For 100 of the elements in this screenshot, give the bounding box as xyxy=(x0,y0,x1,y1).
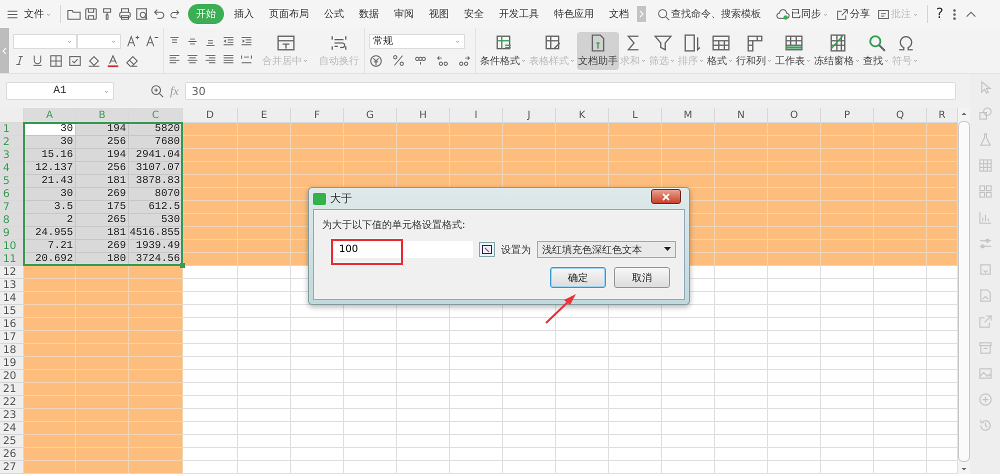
table-cell[interactable] xyxy=(556,370,609,383)
table-cell[interactable] xyxy=(76,370,129,383)
table-cell[interactable] xyxy=(874,461,927,474)
table-cell[interactable] xyxy=(24,357,76,370)
column-header[interactable]: N xyxy=(715,108,768,123)
table-cell[interactable] xyxy=(821,396,874,409)
table-cell[interactable] xyxy=(715,201,768,214)
row-header[interactable]: 13 xyxy=(0,279,24,292)
table-cell[interactable] xyxy=(556,149,609,162)
table-cell[interactable] xyxy=(397,344,450,357)
table-cell[interactable] xyxy=(609,123,662,136)
table-cell[interactable] xyxy=(821,448,874,461)
table-cell[interactable] xyxy=(874,214,927,227)
table-cell[interactable]: 265 xyxy=(76,214,129,227)
table-cell[interactable] xyxy=(183,344,238,357)
format-select[interactable]: 浅红填充色深红色文本 xyxy=(536,241,676,258)
table-cell[interactable] xyxy=(715,305,768,318)
table-cell[interactable] xyxy=(129,292,183,305)
table-cell[interactable] xyxy=(183,149,238,162)
number-format-select[interactable]: 常规 xyxy=(369,34,465,48)
table-cell[interactable] xyxy=(76,383,129,396)
table-cell[interactable] xyxy=(874,136,927,149)
table-cell[interactable] xyxy=(183,188,238,201)
table-cell[interactable] xyxy=(556,357,609,370)
help-button[interactable]: ? xyxy=(934,5,946,23)
table-cell[interactable] xyxy=(397,318,450,331)
table-cell[interactable] xyxy=(291,331,344,344)
table-cell[interactable] xyxy=(450,396,503,409)
table-cell[interactable] xyxy=(662,318,715,331)
table-cell[interactable] xyxy=(344,448,397,461)
table-cell[interactable]: 530 xyxy=(129,214,183,227)
table-cell[interactable] xyxy=(609,422,662,435)
table-cell[interactable]: 15.16 xyxy=(24,149,76,162)
table-cell[interactable] xyxy=(397,383,450,396)
table-cell[interactable] xyxy=(768,175,821,188)
ribbon-tab[interactable]: 数据 xyxy=(354,4,384,24)
table-cell[interactable] xyxy=(609,461,662,474)
column-header[interactable]: P xyxy=(821,108,874,123)
table-cell[interactable] xyxy=(927,136,958,149)
table-cell[interactable] xyxy=(397,370,450,383)
table-cell[interactable] xyxy=(927,123,958,136)
column-header[interactable]: D xyxy=(183,108,238,123)
history-icon[interactable] xyxy=(978,418,992,433)
ribbon-button[interactable]: 查找 xyxy=(862,32,891,70)
table-cell[interactable]: 194 xyxy=(76,123,129,136)
table-cell[interactable] xyxy=(874,201,927,214)
table-cell[interactable] xyxy=(129,383,183,396)
scroll-down-icon[interactable] xyxy=(960,465,968,473)
table-cell[interactable] xyxy=(768,409,821,422)
table-cell[interactable] xyxy=(503,149,556,162)
table-cell[interactable] xyxy=(715,266,768,279)
table-cell[interactable] xyxy=(715,292,768,305)
grid-icon[interactable] xyxy=(978,184,992,199)
table-cell[interactable] xyxy=(821,409,874,422)
table-cell[interactable] xyxy=(183,201,238,214)
dialog-button[interactable]: 取消 xyxy=(614,267,670,288)
table-cell[interactable] xyxy=(24,461,76,474)
table-cell[interactable] xyxy=(24,305,76,318)
table-cell[interactable] xyxy=(24,331,76,344)
table-cell[interactable] xyxy=(874,162,927,175)
table-cell[interactable] xyxy=(662,409,715,422)
table-cell[interactable] xyxy=(556,136,609,149)
table-cell[interactable] xyxy=(183,305,238,318)
table-cell[interactable] xyxy=(24,266,76,279)
table-cell[interactable] xyxy=(662,435,715,448)
table-cell[interactable] xyxy=(397,409,450,422)
table-cell[interactable] xyxy=(238,227,291,240)
table-cell[interactable] xyxy=(450,409,503,422)
table-cell[interactable] xyxy=(291,435,344,448)
table-cell[interactable] xyxy=(183,357,238,370)
table-cell[interactable] xyxy=(450,357,503,370)
table-cell[interactable] xyxy=(450,383,503,396)
table-cell[interactable] xyxy=(556,344,609,357)
table-cell[interactable] xyxy=(821,162,874,175)
table-cell[interactable] xyxy=(450,448,503,461)
table-cell[interactable] xyxy=(24,435,76,448)
table-cell[interactable] xyxy=(556,383,609,396)
fill-color-icon[interactable] xyxy=(87,54,101,68)
row-header[interactable]: 17 xyxy=(0,331,24,344)
table-cell[interactable] xyxy=(503,162,556,175)
table-cell[interactable]: 30 xyxy=(24,136,76,149)
table-cell[interactable] xyxy=(821,357,874,370)
table-cell[interactable] xyxy=(183,370,238,383)
table-cell[interactable] xyxy=(291,357,344,370)
table-cell[interactable] xyxy=(874,435,927,448)
table-icon[interactable] xyxy=(978,158,992,173)
table-cell[interactable] xyxy=(768,162,821,175)
row-header[interactable]: 15 xyxy=(0,305,24,318)
table-cell[interactable]: 612.5 xyxy=(129,201,183,214)
table-cell[interactable] xyxy=(503,461,556,474)
table-cell[interactable] xyxy=(609,318,662,331)
table-cell[interactable] xyxy=(503,422,556,435)
table-cell[interactable] xyxy=(397,136,450,149)
table-cell[interactable] xyxy=(768,422,821,435)
table-cell[interactable] xyxy=(874,305,927,318)
table-cell[interactable] xyxy=(238,435,291,448)
table-cell[interactable] xyxy=(183,435,238,448)
table-cell[interactable] xyxy=(450,331,503,344)
table-cell[interactable] xyxy=(129,370,183,383)
table-cell[interactable] xyxy=(344,136,397,149)
